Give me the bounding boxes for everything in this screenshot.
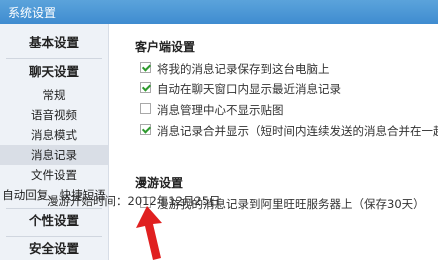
option-label: 消息管理中心不显示贴图 — [157, 103, 284, 117]
sidebar-item-file-settings[interactable]: 文件设置 — [0, 165, 108, 185]
checkbox[interactable] — [140, 82, 151, 93]
option-label: 将我的消息记录保存到这台电脑上 — [157, 62, 330, 76]
divider — [6, 58, 102, 59]
red-arrow-icon — [136, 206, 162, 260]
sidebar-item-message-history[interactable]: 消息记录 — [0, 145, 108, 165]
sidebar-section-personal[interactable]: 个性设置 — [0, 210, 108, 232]
sidebar-section-security[interactable]: 安全设置 — [0, 238, 108, 260]
sidebar-section-chat[interactable]: 聊天设置 — [0, 61, 108, 83]
client-settings-title: 客户端设置 — [135, 40, 196, 54]
sidebar: 基本设置 聊天设置 常规 语音视频 消息模式 消息记录 文件设置 自动回复、快捷… — [0, 24, 109, 260]
option-label: 消息记录合并显示（短时间内连续发送的消息合并在一起） — [157, 124, 438, 138]
sidebar-item-general[interactable]: 常规 — [0, 85, 108, 105]
checkbox[interactable] — [140, 62, 151, 73]
divider — [6, 236, 102, 237]
sidebar-item-message-mode[interactable]: 消息模式 — [0, 125, 108, 145]
checkbox[interactable] — [140, 103, 151, 114]
checkbox[interactable] — [140, 124, 151, 135]
window-title: 系统设置 — [8, 6, 57, 20]
option-label: 自动在聊天窗口内显示最近消息记录 — [157, 82, 341, 96]
title-bar: 系统设置 — [0, 0, 438, 24]
roaming-settings-title: 漫游设置 — [135, 176, 184, 190]
sidebar-item-voice-video[interactable]: 语音视频 — [0, 105, 108, 125]
sidebar-section-basic[interactable]: 基本设置 — [0, 32, 108, 54]
